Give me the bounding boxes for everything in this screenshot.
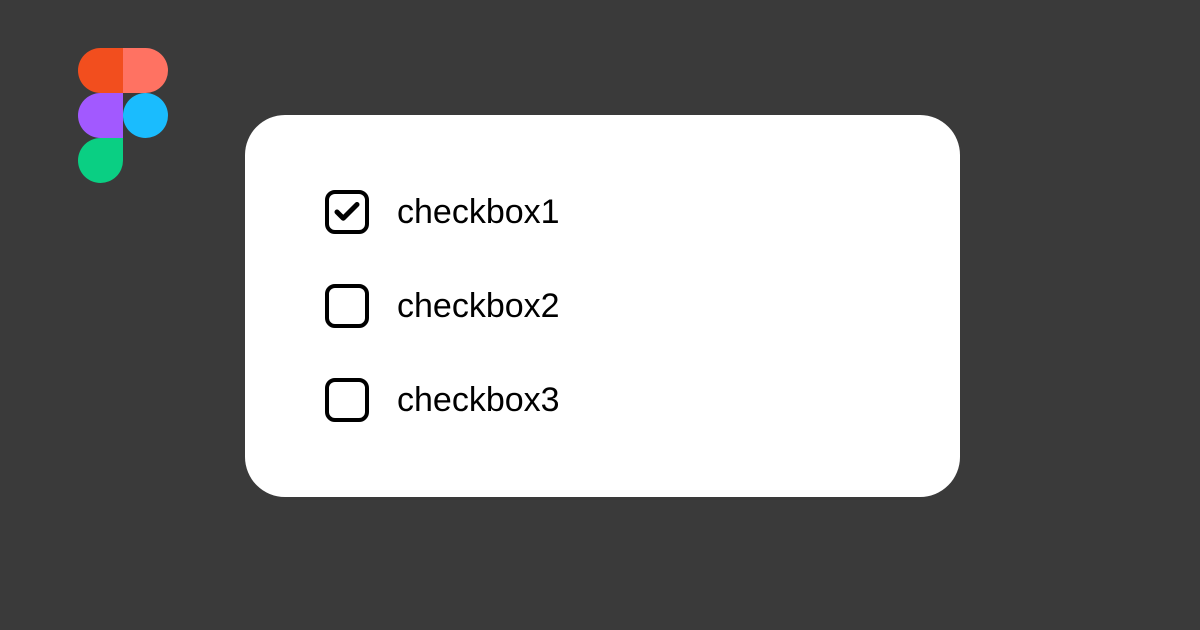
checkbox-row-2: checkbox2 bbox=[325, 284, 880, 328]
checkbox-3-label[interactable]: checkbox3 bbox=[397, 381, 560, 420]
checkbox-2-label[interactable]: checkbox2 bbox=[397, 287, 560, 326]
figma-logo-icon bbox=[78, 48, 168, 183]
checkbox-row-3: checkbox3 bbox=[325, 378, 880, 422]
checkbox-2[interactable] bbox=[325, 284, 369, 328]
checkbox-1[interactable] bbox=[325, 190, 369, 234]
checkbox-3[interactable] bbox=[325, 378, 369, 422]
checkbox-row-1: checkbox1 bbox=[325, 190, 880, 234]
checkbox-card: checkbox1 checkbox2 checkbox3 bbox=[245, 115, 960, 497]
checkmark-icon bbox=[332, 197, 362, 227]
checkbox-1-label[interactable]: checkbox1 bbox=[397, 193, 560, 232]
